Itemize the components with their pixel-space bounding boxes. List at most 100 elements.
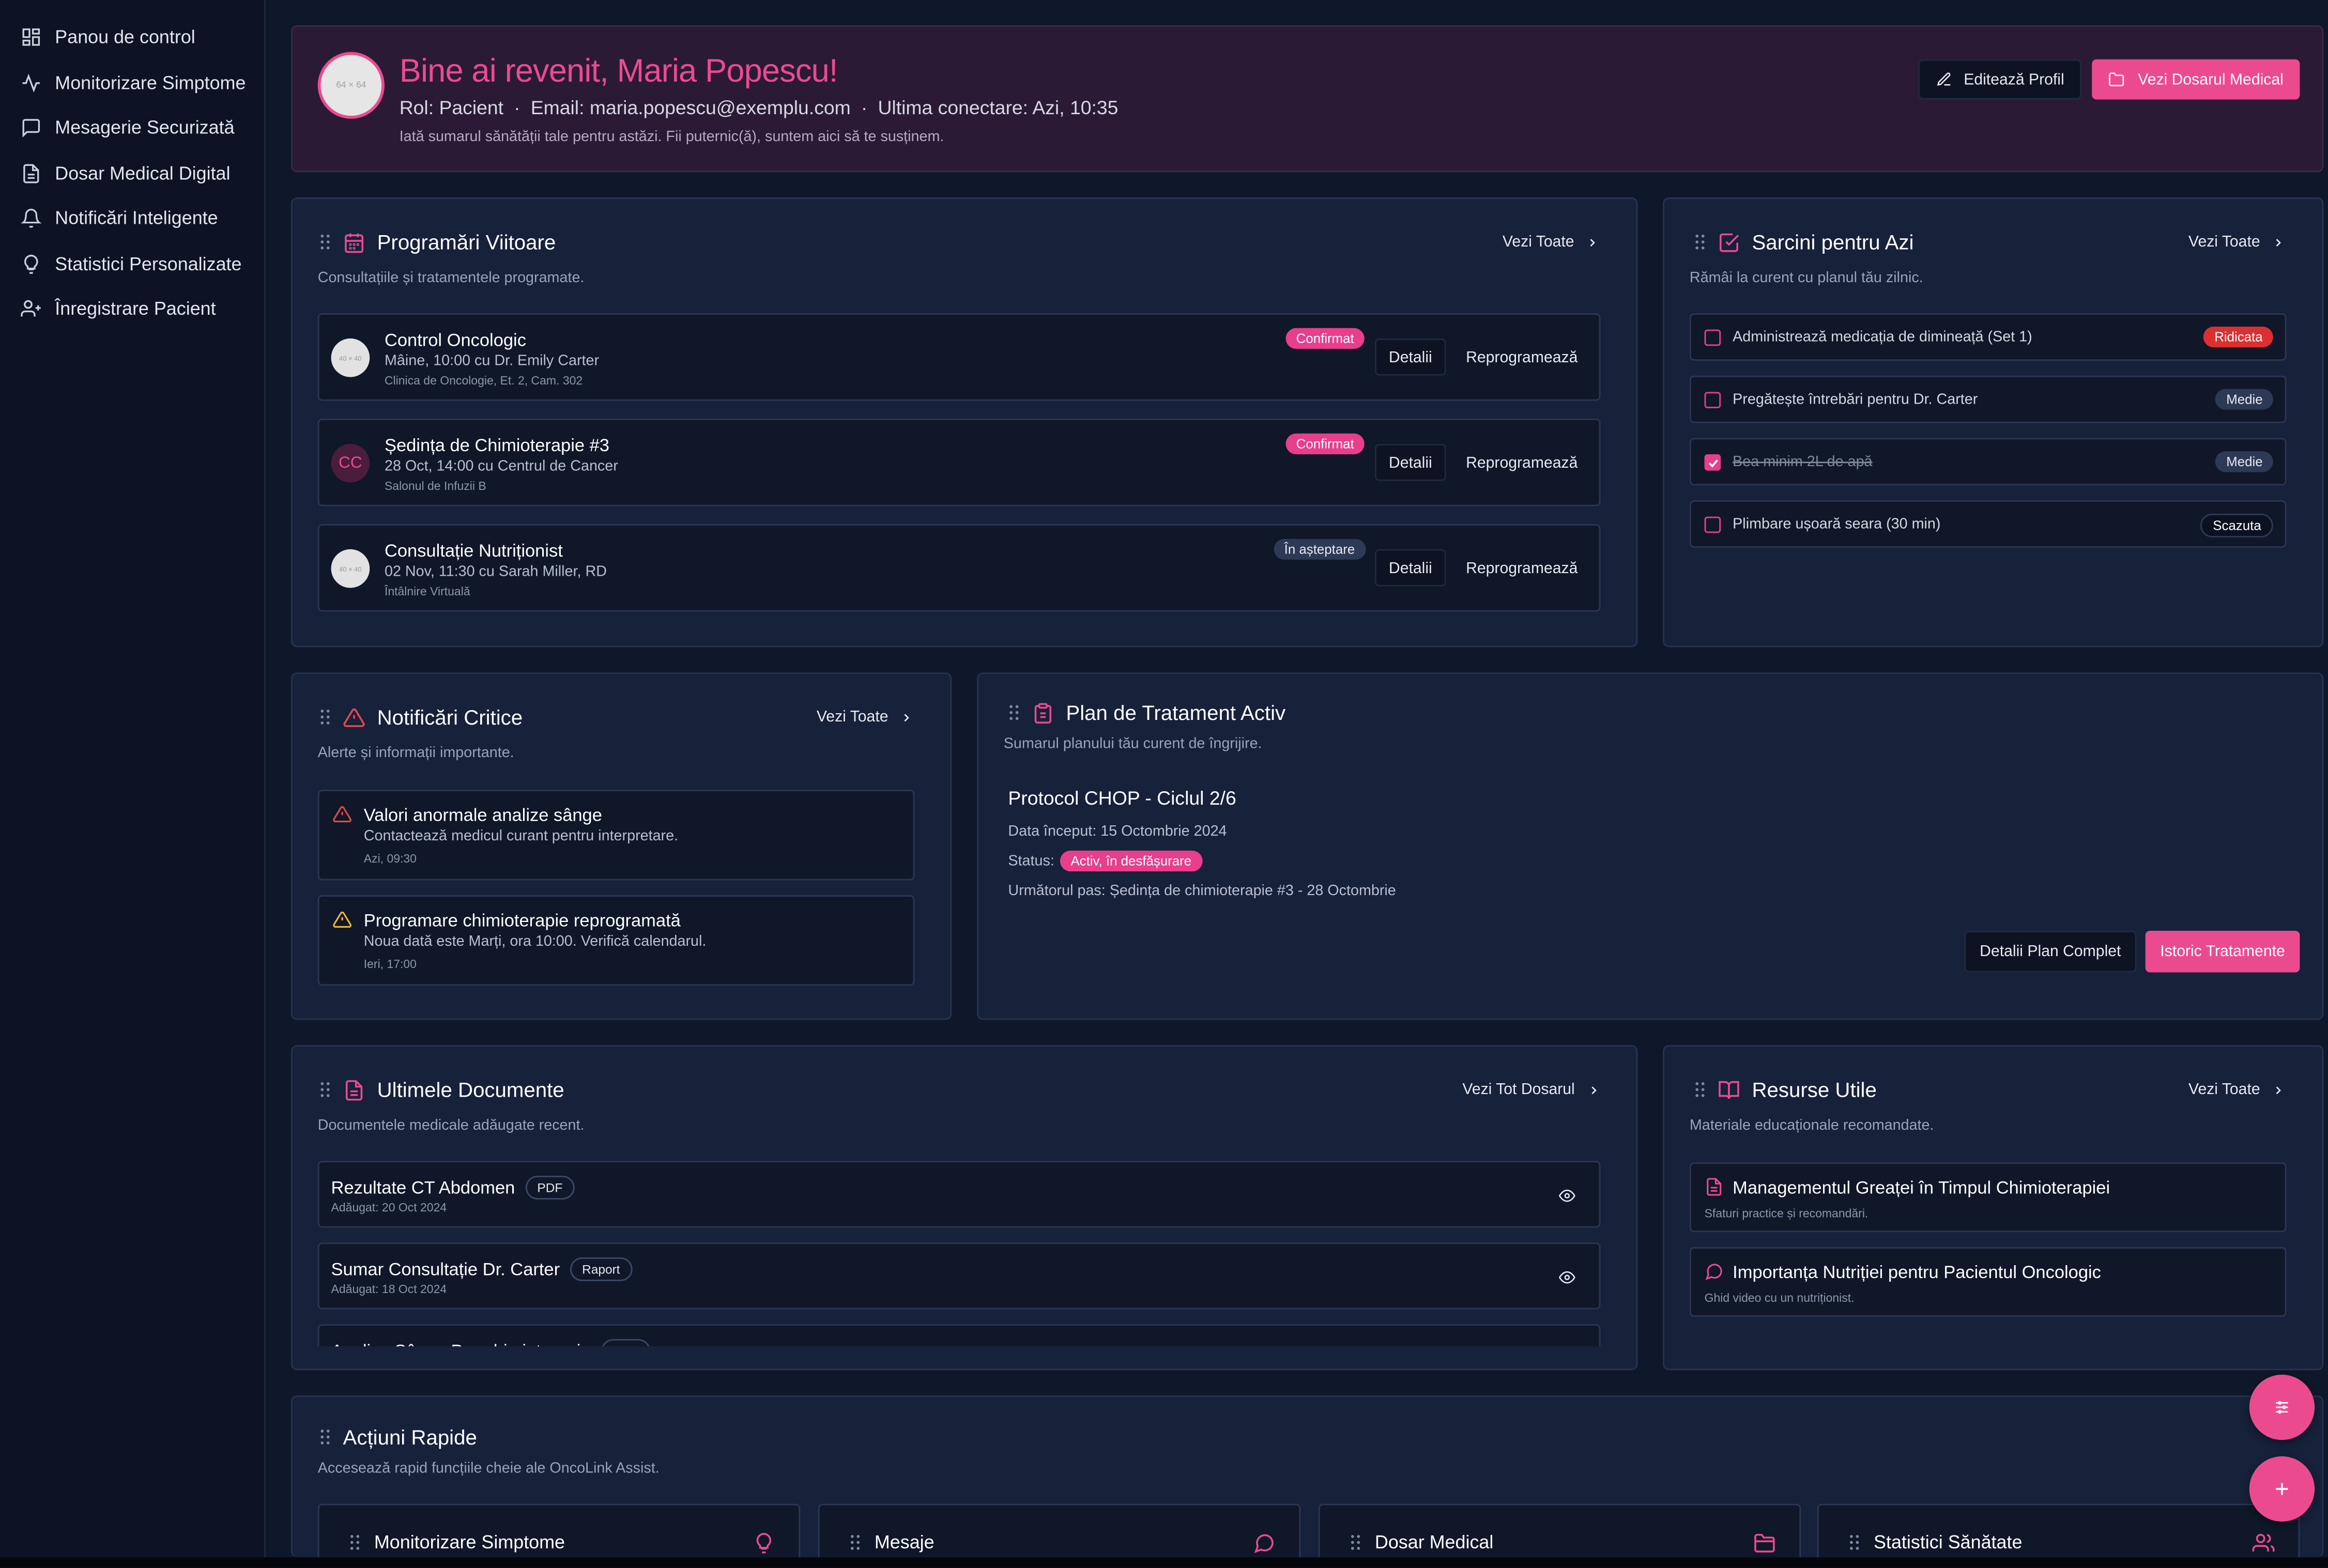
sidebar-item-notifications[interactable]: Notificări Inteligente xyxy=(21,208,218,228)
document-item[interactable]: Rezultate CT Abdomen PDF Adăugat: 20 Oct… xyxy=(317,1161,1601,1228)
details-button[interactable]: Detalii xyxy=(1374,443,1446,481)
task-item[interactable]: Administrează medicația de dimineață (Se… xyxy=(1689,313,2287,361)
reschedule-button[interactable]: Reprogramează xyxy=(1455,339,1589,376)
resource-title: Managementul Greaței în Timpul Chimioter… xyxy=(1733,1177,2110,1198)
user-plus-icon xyxy=(21,300,41,317)
plan-status-badge: Activ, în desfășurare xyxy=(1060,850,1202,872)
alert-item[interactable]: Valori anormale analize sânge Contacteaz… xyxy=(317,790,915,881)
treatment-plan-card: Plan de Tratament Activ Sumarul planului… xyxy=(977,672,2324,1020)
appointment-location: Întâlnire Virtuală xyxy=(384,585,470,598)
checkbox-icon xyxy=(1720,233,1739,252)
details-button[interactable]: Detalii xyxy=(1374,338,1446,376)
document-item[interactable]: Sumar Consultație Dr. Carter Raport Adău… xyxy=(317,1242,1601,1310)
sidebar-item-dashboard[interactable]: Panou de control xyxy=(21,27,195,48)
document-item[interactable]: Analize Sânge Pre-chimioterapie PDF xyxy=(317,1324,1601,1347)
reschedule-button[interactable]: Reprogramează xyxy=(1455,549,1589,587)
alert-item[interactable]: Programare chimioterapie reprogramată No… xyxy=(317,895,915,986)
task-checkbox[interactable] xyxy=(1704,329,1721,346)
eye-icon[interactable] xyxy=(1559,1269,1575,1286)
sidebar-item-messages[interactable]: Mesagerie Securizată xyxy=(21,117,235,138)
details-button[interactable]: Detalii xyxy=(1374,549,1446,587)
warning-icon xyxy=(333,911,351,928)
chevron-right-icon xyxy=(1590,238,1596,246)
resource-title: Importanța Nutriției pentru Pacientul On… xyxy=(1733,1262,2101,1283)
document-name: Sumar Consultație Dr. Carter xyxy=(331,1258,560,1280)
resources-card: Resurse Utile Materiale educaționale rec… xyxy=(1663,1045,2324,1371)
document-name: Analize Sânge Pre-chimioterapie xyxy=(331,1341,591,1346)
eye-icon[interactable] xyxy=(1559,1188,1575,1204)
drag-handle-icon[interactable] xyxy=(849,1533,861,1551)
task-item[interactable]: Plimbare ușoară seara (30 min) Scazuta xyxy=(1689,500,2287,548)
user-email: Email: maria.popescu@exemplu.com xyxy=(530,96,851,119)
sidebar: Panou de control Monitorizare Simptome M… xyxy=(0,0,266,1558)
treatment-history-button[interactable]: Istoric Tratamente xyxy=(2145,931,2300,973)
drag-handle-icon[interactable] xyxy=(1694,1081,1706,1098)
task-item[interactable]: Bea minim 2L de apă Medie xyxy=(1689,438,2287,486)
sidebar-item-records[interactable]: Dosar Medical Digital xyxy=(21,163,231,184)
quick-action-medical-record[interactable]: Dosar Medical xyxy=(1318,1503,1801,1558)
resource-item[interactable]: Importanța Nutriției pentru Pacientul On… xyxy=(1689,1247,2287,1317)
document-date: Adăugat: 20 Oct 2024 xyxy=(331,1201,447,1215)
appointment-title: Control Oncologic xyxy=(384,329,526,350)
drag-handle-icon[interactable] xyxy=(1848,1533,1860,1551)
card-title: Programări Viitoare xyxy=(377,230,556,254)
sidebar-item-symptoms[interactable]: Monitorizare Simptome xyxy=(21,73,246,94)
sidebar-item-label: Monitorizare Simptome xyxy=(55,72,246,94)
quick-actions-card: Acțiuni Rapide Accesează rapid funcțiile… xyxy=(291,1395,2324,1558)
warning-icon xyxy=(343,708,365,727)
alert-time: Azi, 09:30 xyxy=(363,852,417,866)
drag-handle-icon[interactable] xyxy=(319,1428,331,1446)
drag-handle-icon[interactable] xyxy=(349,1533,361,1551)
drag-handle-icon[interactable] xyxy=(319,233,331,251)
appointment-item[interactable]: 40 × 40 Consultație Nutriționist 02 Nov,… xyxy=(317,524,1601,612)
appointment-item[interactable]: 40 × 40 Control Oncologic Mâine, 10:00 c… xyxy=(317,313,1601,401)
drag-handle-icon[interactable] xyxy=(1008,704,1020,721)
sidebar-item-statistics[interactable]: Statistici Personalizate xyxy=(21,254,242,274)
reschedule-button[interactable]: Reprogramează xyxy=(1455,444,1589,481)
view-all-appointments-link[interactable]: Vezi Toate xyxy=(1503,233,1599,251)
card-subtitle: Sumarul planului tău curent de îngrijire… xyxy=(1003,736,1262,753)
welcome-title: Bine ai revenit, Maria Popescu! xyxy=(399,52,838,89)
quick-action-statistics[interactable]: Statistici Sănătate xyxy=(1817,1503,2300,1558)
drag-handle-icon[interactable] xyxy=(1350,1533,1361,1551)
window-bottom-bar xyxy=(0,1557,2328,1568)
task-label: Pregătește întrebări pentru Dr. Carter xyxy=(1733,392,1978,408)
avatar: 40 × 40 xyxy=(331,549,370,588)
resource-item[interactable]: Managementul Greaței în Timpul Chimioter… xyxy=(1689,1162,2287,1233)
task-label: Administrează medicația de dimineață (Se… xyxy=(1733,329,2032,346)
alert-title: Valori anormale analize sânge xyxy=(363,804,602,826)
check-icon xyxy=(1708,458,1718,467)
card-title: Acțiuni Rapide xyxy=(343,1425,477,1449)
quick-action-label: Dosar Medical xyxy=(1374,1532,1494,1553)
card-subtitle: Alerte și informații importante. xyxy=(317,745,514,762)
document-type-badge: Raport xyxy=(570,1257,632,1281)
add-button[interactable] xyxy=(2249,1456,2315,1522)
view-all-alerts-link[interactable]: Vezi Toate xyxy=(817,708,913,726)
appointment-location: Salonul de Infuzii B xyxy=(384,479,486,493)
task-checkbox[interactable] xyxy=(1704,392,1721,408)
view-all-resources-link[interactable]: Vezi Toate xyxy=(2188,1081,2285,1099)
quick-action-symptoms[interactable]: Monitorizare Simptome xyxy=(317,1503,801,1558)
customize-layout-button[interactable] xyxy=(2249,1374,2315,1440)
edit-profile-button[interactable]: Editează Profil xyxy=(1918,59,2082,100)
task-checkbox[interactable] xyxy=(1704,516,1721,533)
priority-badge: Scazuta xyxy=(2201,513,2273,537)
quick-action-messages[interactable]: Mesaje xyxy=(818,1503,1301,1558)
sidebar-item-registration[interactable]: Înregistrare Pacient xyxy=(21,298,216,319)
appointment-time: 28 Oct, 14:00 cu Centrul de Cancer xyxy=(384,458,618,475)
profile-avatar: 64 × 64 xyxy=(317,52,385,119)
view-all-tasks-link[interactable]: Vezi Toate xyxy=(2188,233,2285,251)
document-icon xyxy=(1707,1178,1722,1196)
plan-details-button[interactable]: Detalii Plan Complet xyxy=(1964,931,2137,973)
alert-text: Contactează medicul curant pentru interp… xyxy=(363,828,679,845)
folder-open-icon xyxy=(2109,72,2124,86)
task-item[interactable]: Pregătește întrebări pentru Dr. Carter M… xyxy=(1689,375,2287,423)
card-title: Sarcini pentru Azi xyxy=(1752,230,1914,254)
appointment-item[interactable]: CC Ședința de Chimioterapie #3 28 Oct, 1… xyxy=(317,419,1601,506)
document-icon xyxy=(23,164,39,183)
drag-handle-icon[interactable] xyxy=(319,708,331,726)
card-title: Plan de Tratament Activ xyxy=(1066,700,1286,725)
drag-handle-icon[interactable] xyxy=(1694,233,1706,251)
view-medical-record-button[interactable]: Vezi Dosarul Medical xyxy=(2092,59,2300,100)
task-checkbox-checked[interactable] xyxy=(1704,454,1721,471)
